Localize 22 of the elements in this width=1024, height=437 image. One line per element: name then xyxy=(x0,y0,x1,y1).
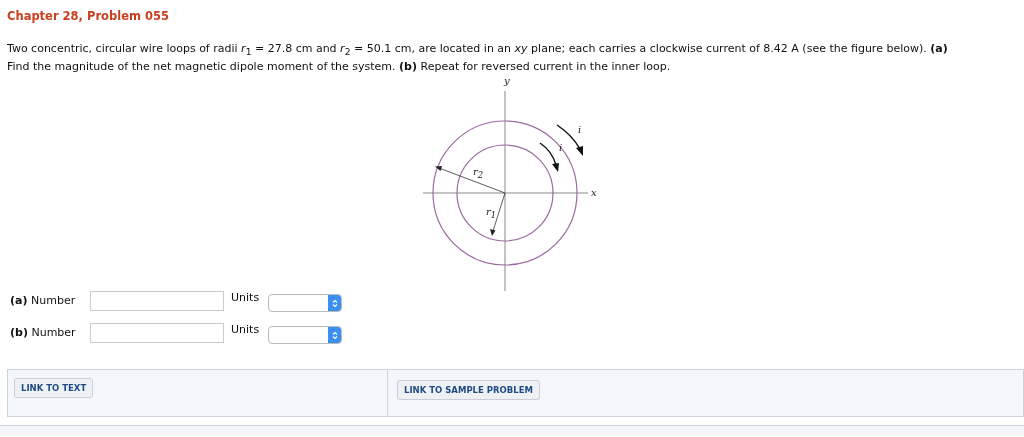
units-label: Units xyxy=(231,323,261,337)
problem-title: Chapter 28, Problem 055 xyxy=(6,8,170,25)
current-label: i xyxy=(578,125,582,136)
link-button[interactable]: LINK TO SAMPLE PROBLEM xyxy=(397,380,540,401)
axis-label: x xyxy=(591,188,597,199)
radius-label: r$_{1}$ xyxy=(486,207,497,221)
units-dropdown[interactable] xyxy=(268,326,342,345)
current-arrow xyxy=(556,124,583,157)
units-label: Units xyxy=(231,291,261,305)
number-field[interactable] xyxy=(90,291,224,312)
axis-label: y xyxy=(504,76,510,87)
stepper-icon xyxy=(331,330,338,340)
answer-label: (a) Number xyxy=(9,293,77,308)
current-arrow xyxy=(539,142,559,173)
problem-text: Two concentric, circular wire loops of radii r$_{1}$ = 27.8 cm and r$_{2}$ = 50.1 cm, are located in an xy plane; each carries a clockwise current of 8.42 A (see the figure below). (a) Find the magnitude of the net magnetic dipole moment of the system. (b) Repeat for reversed current in the inner loop. xyxy=(7,41,949,75)
link-button[interactable]: LINK TO TEXT xyxy=(14,378,94,399)
radius-label: r$_{2}$ xyxy=(473,167,484,181)
stepper-icon xyxy=(331,298,338,308)
number-field[interactable] xyxy=(90,323,224,344)
answer-label: (b) Number xyxy=(9,325,77,340)
current-label: i xyxy=(559,143,563,154)
units-dropdown[interactable] xyxy=(268,294,342,313)
